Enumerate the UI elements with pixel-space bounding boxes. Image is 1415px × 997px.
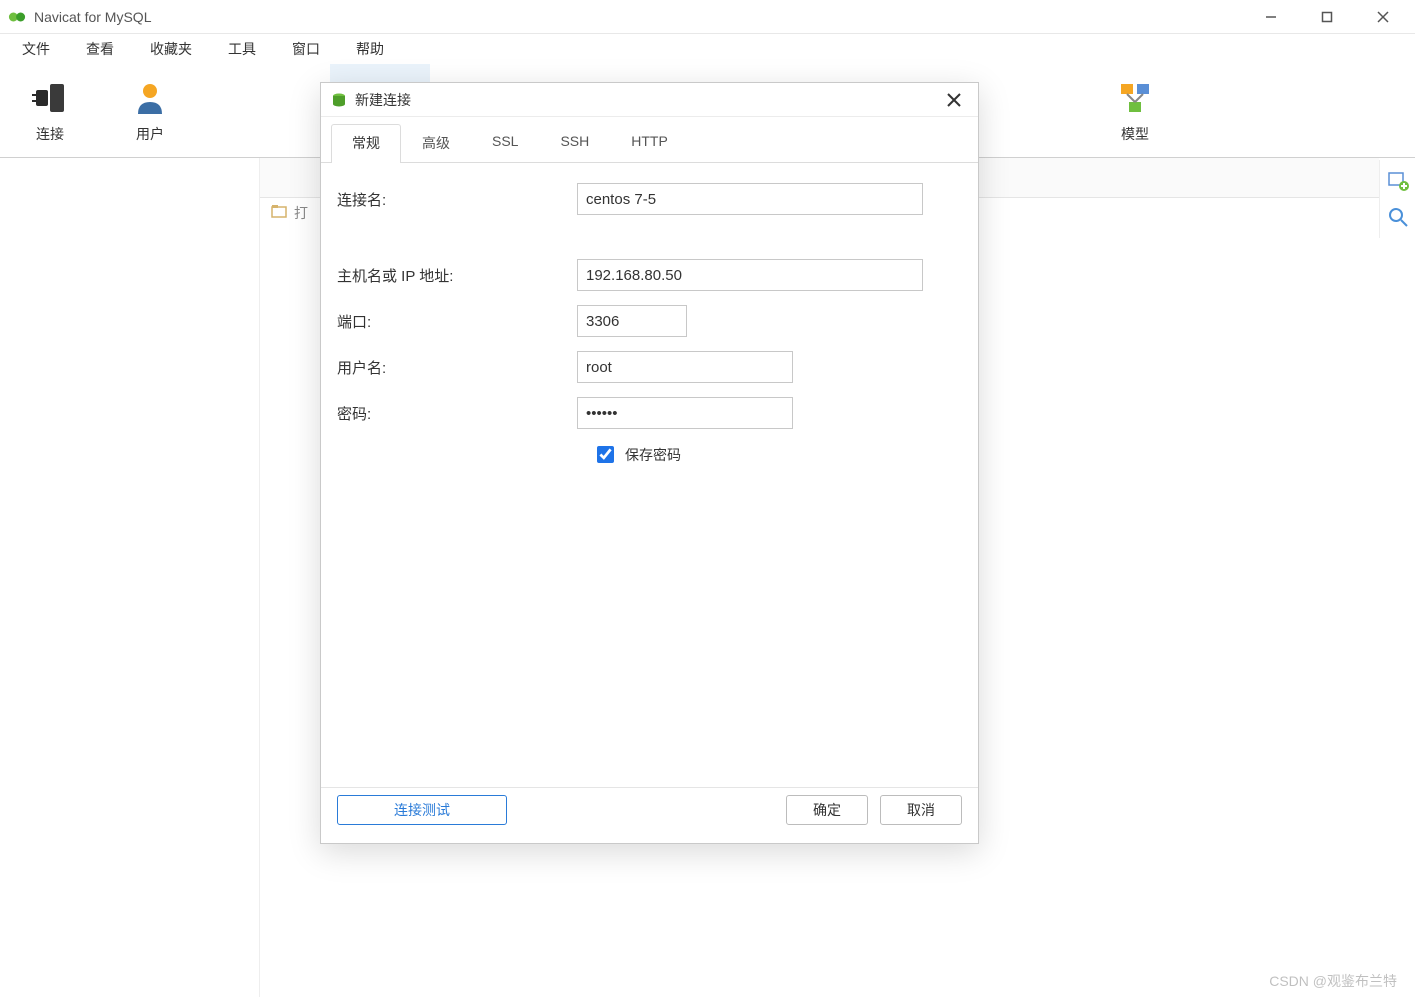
test-connection-button[interactable]: 连接测试: [337, 795, 507, 825]
search-icon[interactable]: [1387, 206, 1409, 228]
label-port: 端口:: [337, 311, 577, 332]
input-port[interactable]: [577, 305, 687, 337]
tab-general[interactable]: 常规: [331, 124, 401, 163]
input-host[interactable]: [577, 259, 923, 291]
maximize-button[interactable]: [1313, 3, 1341, 31]
input-password[interactable]: [577, 397, 793, 429]
menu-window[interactable]: 窗口: [274, 35, 338, 63]
label-user: 用户名:: [337, 357, 577, 378]
right-column: [1379, 160, 1415, 238]
label-host: 主机名或 IP 地址:: [337, 265, 577, 286]
sidebar: [0, 158, 260, 997]
dialog-footer: 连接测试 确定 取消: [321, 787, 978, 843]
plug-icon: [30, 78, 70, 118]
window-title: Navicat for MySQL: [34, 9, 151, 25]
menu-file[interactable]: 文件: [4, 35, 68, 63]
add-db-icon[interactable]: [1387, 170, 1409, 192]
model-icon: [1115, 78, 1155, 118]
menu-favorites[interactable]: 收藏夹: [132, 35, 210, 63]
tool-model[interactable]: 模型: [1085, 64, 1185, 158]
label-connection-name: 连接名:: [337, 189, 577, 210]
new-connection-dialog: 新建连接 常规 高级 SSL SSH HTTP 连接名: 主机名或 IP 地址:…: [320, 82, 979, 844]
open-icon: [270, 202, 288, 223]
tool-connection[interactable]: 连接: [0, 64, 100, 158]
minimize-button[interactable]: [1257, 3, 1285, 31]
menu-help[interactable]: 帮助: [338, 35, 402, 63]
watermark: CSDN @观鉴布兰特: [1269, 971, 1397, 991]
label-save-password: 保存密码: [625, 445, 681, 465]
tab-advanced[interactable]: 高级: [401, 124, 471, 163]
menu-view[interactable]: 查看: [68, 35, 132, 63]
sub-item-2[interactable]: 打: [294, 203, 308, 223]
database-icon: [331, 92, 347, 108]
tool-user[interactable]: 用户: [100, 64, 200, 158]
label-password: 密码:: [337, 403, 577, 424]
dialog-title: 新建连接: [355, 90, 940, 110]
window-controls: [1257, 3, 1407, 31]
tool-model-label: 模型: [1121, 124, 1149, 144]
titlebar: Navicat for MySQL: [0, 0, 1415, 34]
dialog-tabs: 常规 高级 SSL SSH HTTP: [321, 117, 978, 163]
close-button[interactable]: [1369, 3, 1397, 31]
input-user[interactable]: [577, 351, 793, 383]
dialog-titlebar: 新建连接: [321, 83, 978, 117]
checkbox-save-password[interactable]: [597, 446, 614, 463]
tool-connection-label: 连接: [36, 124, 64, 144]
tab-http[interactable]: HTTP: [610, 124, 689, 163]
dialog-close-button[interactable]: [940, 86, 968, 114]
menubar: 文件 查看 收藏夹 工具 窗口 帮助: [0, 34, 1415, 64]
navicat-app-icon: [8, 8, 26, 26]
tool-user-label: 用户: [136, 124, 164, 144]
input-connection-name[interactable]: [577, 183, 923, 215]
tab-ssh[interactable]: SSH: [539, 124, 610, 163]
user-icon: [130, 78, 170, 118]
menu-tools[interactable]: 工具: [210, 35, 274, 63]
dialog-body: 连接名: 主机名或 IP 地址: 端口: 用户名: 密码: 保存密码: [321, 163, 978, 466]
cancel-button[interactable]: 取消: [880, 795, 962, 825]
ok-button[interactable]: 确定: [786, 795, 868, 825]
tab-ssl[interactable]: SSL: [471, 124, 539, 163]
